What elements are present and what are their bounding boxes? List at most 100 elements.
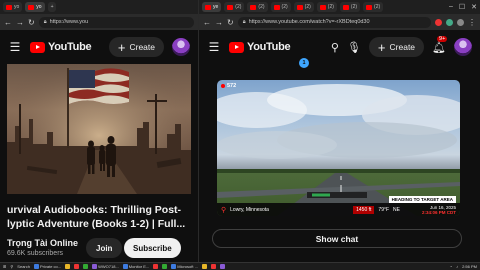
video-player[interactable] (7, 64, 191, 194)
taskbar-item[interactable] (210, 264, 216, 269)
left-tab-bar: yo yo + (0, 0, 198, 14)
show-chat-button[interactable]: Show chat (212, 229, 462, 248)
right-tab-4[interactable]: (2) (270, 2, 291, 12)
youtube-favicon-icon (250, 4, 257, 10)
reload-icon[interactable]: ↻ (227, 18, 234, 27)
back-icon[interactable]: ← (4, 18, 12, 27)
channel-name[interactable]: Trọng Tài Online (7, 238, 78, 248)
window-controls: – ☐ ✕ (449, 3, 477, 11)
youtube-logo[interactable]: YouTube (30, 41, 92, 53)
right-tab-5[interactable]: (2) (293, 2, 314, 12)
extension-icon[interactable] (435, 18, 442, 26)
volume-icon[interactable]: ♪ (456, 264, 458, 269)
reload-icon[interactable]: ↻ (28, 18, 35, 27)
app-icon (210, 264, 216, 269)
app-icon (33, 264, 39, 269)
url-text: https://www.youtube.com/watch?v=-rXBDteq… (248, 19, 370, 25)
post-apocalyptic-artwork (7, 64, 191, 194)
video-title-line-1: urvival Audiobooks: Thrilling Post- (7, 204, 182, 216)
youtube-play-icon (229, 41, 244, 53)
taskbar-item[interactable]: Microsoft ... (171, 264, 198, 269)
more-icon[interactable]: ⋮ (468, 18, 476, 27)
avatar[interactable] (172, 38, 190, 56)
taskbar-item[interactable] (162, 264, 168, 269)
notifications-bell-icon[interactable]: 🔔︎ 9+ (432, 35, 448, 54)
minimize-icon[interactable]: – (449, 3, 453, 11)
clock[interactable]: 2:56 PM (462, 264, 477, 269)
create-button[interactable]: + Create (108, 37, 164, 57)
youtube-favicon-icon (342, 4, 349, 10)
location-text: Lowry, Minnesota (230, 206, 269, 213)
right-tab-7[interactable]: (2) (339, 2, 361, 12)
menu-icon[interactable]: ☰ (207, 40, 221, 54)
taskbar-item[interactable] (201, 264, 207, 269)
viewer-count-text: 572 (227, 83, 237, 89)
video-title-line-2: lyptic Adventure (Books 1-2) | Full... (7, 218, 186, 230)
youtube-favicon-icon (296, 4, 303, 10)
subscribe-button[interactable]: Subscribe (124, 238, 181, 258)
stream-datetime: Jun 16, 2025 2:34:06 PM CDT (422, 205, 456, 215)
tab-label: (2) (235, 4, 242, 10)
tab-label: (2) (350, 4, 358, 10)
menu-icon[interactable]: ☰ (8, 40, 22, 54)
live-stream-player[interactable]: 572 HEADING TO TARGET AREA ⚲ Lowry, Minn… (217, 80, 460, 216)
taskbar-item-label: Microsoft ... (177, 264, 198, 269)
search-icon[interactable]: ⚲ (331, 41, 339, 54)
youtube-favicon-icon (227, 4, 234, 10)
url-field[interactable]: 🔒︎ https://www.you (38, 16, 194, 28)
right-tab-8[interactable]: (2) (363, 2, 384, 12)
youtube-logo[interactable]: YouTube (229, 41, 291, 53)
temperature-readout: 79°F (378, 206, 390, 213)
profile-icon[interactable] (457, 18, 464, 26)
subscriber-count: 69.6K subscribers (7, 250, 64, 257)
forward-icon[interactable]: → (215, 18, 223, 27)
video-title: urvival Audiobooks: Thrilling Post- lypt… (7, 203, 197, 231)
back-icon[interactable]: ← (203, 18, 211, 27)
right-tab-1[interactable]: ye (202, 2, 222, 12)
right-tab-6[interactable]: (2) (316, 2, 337, 12)
youtube-header: ☰ YouTube ⚲ 🎙︎ + Create 🔔︎ 9+ (199, 30, 480, 64)
right-tab-2[interactable]: (2) (224, 2, 245, 12)
taskbar-item[interactable] (219, 264, 225, 269)
taskbar-search[interactable]: Search (17, 264, 30, 269)
microphone-icon[interactable]: 🎙︎ (347, 41, 361, 54)
logo-text: YouTube (48, 41, 92, 53)
taskbar-item[interactable] (153, 264, 159, 269)
system-tray: ◔ ♪ 2:56 PM (450, 264, 477, 269)
target-banner: HEADING TO TARGET AREA (388, 196, 456, 203)
windows-start-icon[interactable]: ⊞ (3, 264, 6, 269)
forward-icon[interactable]: → (16, 18, 24, 27)
extension-icon[interactable] (446, 18, 453, 26)
viewer-count: 572 (221, 83, 236, 89)
create-label: Create (389, 42, 416, 52)
tab-label: yo (14, 4, 20, 10)
left-tab-1[interactable]: yo (3, 2, 23, 12)
right-tab-bar: ye (2) (2) (2) (2) (2) (2) (2) – ☐ ✕ (199, 0, 480, 14)
maximize-icon[interactable]: ☐ (459, 3, 465, 11)
right-browser-window: ye (2) (2) (2) (2) (2) (2) (2) – ☐ ✕ ← →… (198, 0, 480, 262)
search-icon[interactable]: ⚲ (10, 264, 13, 269)
app-icon (83, 264, 89, 269)
tab-label: (2) (304, 4, 311, 10)
taskbar-item[interactable]: WWO718... (92, 264, 119, 269)
close-icon[interactable]: ✕ (471, 3, 477, 11)
avatar[interactable] (454, 38, 472, 56)
taskbar-item[interactable] (74, 264, 80, 269)
taskbar-item[interactable]: Monitor E... (122, 264, 150, 269)
right-tab-3[interactable]: (2) (247, 2, 268, 12)
taskbar-item[interactable] (83, 264, 89, 269)
url-field[interactable]: 🔒︎ https://www.youtube.com/watch?v=-rXBDt… (237, 16, 431, 28)
taskbar-item[interactable]: Private co... (33, 264, 61, 269)
stream-time: 2:34:06 PM CDT (421, 210, 456, 215)
desktop: yo yo + ← → ↻ 🔒︎ https://www.you ☰ YouTub… (0, 0, 480, 270)
right-address-bar: ← → ↻ 🔒︎ https://www.youtube.com/watch?v=… (199, 14, 480, 30)
taskbar-item-label: Monitor E... (128, 264, 150, 269)
join-button[interactable]: Join (86, 238, 123, 258)
create-button[interactable]: + Create (368, 37, 425, 57)
app-icon (162, 264, 168, 269)
youtube-play-icon (30, 41, 45, 53)
left-tab-2[interactable]: yo (25, 2, 45, 12)
taskbar-item[interactable] (65, 264, 71, 269)
wifi-icon[interactable]: ◔ (450, 264, 452, 269)
new-tab-button[interactable]: + (47, 2, 57, 12)
